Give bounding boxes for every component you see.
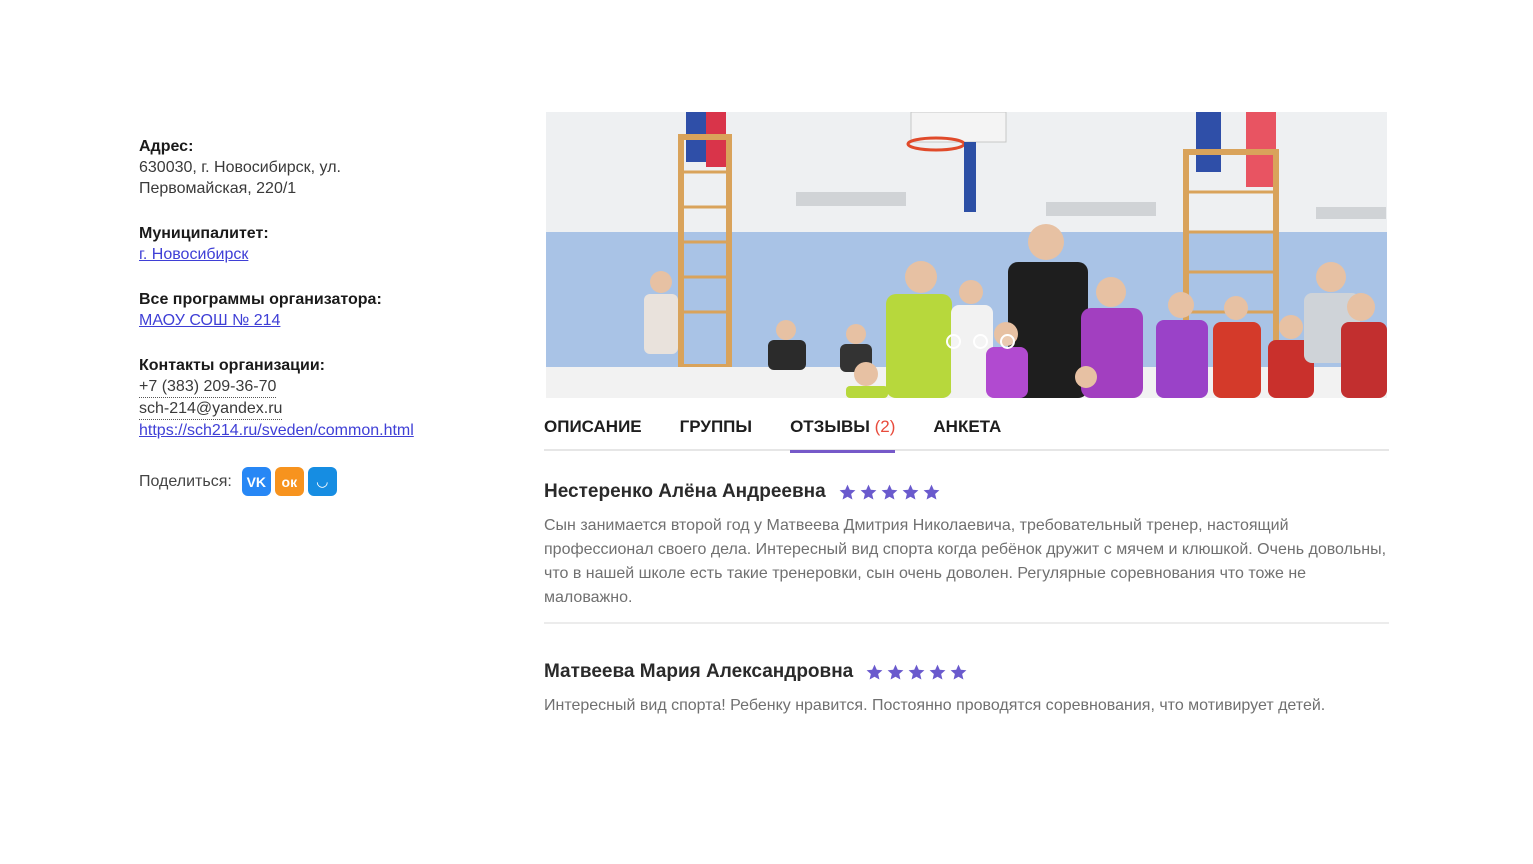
star-rating xyxy=(838,483,941,502)
program-tabs: ОПИСАНИЕ ГРУППЫ ОТЗЫВЫ (2) АНКЕТА xyxy=(544,412,1389,453)
share-label: Поделиться: xyxy=(139,472,232,490)
star-icon xyxy=(908,664,925,680)
tab-reviews[interactable]: ОТЗЫВЫ (2) xyxy=(790,412,896,453)
star-icon xyxy=(902,484,919,500)
star-icon xyxy=(860,484,877,500)
review-item: Нестеренко Алёна Андреевна Сын занимаетс… xyxy=(544,478,1389,624)
odnoklassniki-share-button[interactable]: ок xyxy=(274,467,304,496)
reviews-count: (2) xyxy=(874,417,896,436)
team-photo-image xyxy=(546,112,1387,398)
share-bar: Поделиться: VK ок ◡ xyxy=(139,467,479,496)
gallery-dot[interactable] xyxy=(946,334,961,349)
website-link[interactable]: https://sch214.ru/sveden/common.html xyxy=(139,420,414,441)
municipality-label: Муниципалитет: xyxy=(139,225,269,242)
organization-info: Адрес: 630030, г. Новосибирск, ул. Перво… xyxy=(139,136,479,496)
review-text: Интересный вид спорта! Ребенку нравится.… xyxy=(544,697,1326,714)
programs-label: Все программы организатора: xyxy=(139,291,382,308)
star-icon xyxy=(923,484,940,500)
gallery-pagination xyxy=(946,334,1015,349)
star-icon xyxy=(887,664,904,680)
gallery-photo[interactable] xyxy=(546,112,1387,398)
star-icon xyxy=(866,664,883,680)
tab-questionnaire[interactable]: АНКЕТА xyxy=(933,412,1001,451)
address-block: Адрес: 630030, г. Новосибирск, ул. Перво… xyxy=(139,136,479,199)
star-icon xyxy=(881,484,898,500)
review-text: Сын занимается второй год у Матвеева Дми… xyxy=(544,517,1387,606)
star-icon xyxy=(929,664,946,680)
address-line-1: 630030, г. Новосибирск, ул. xyxy=(139,159,341,176)
mymail-icon: ◡ xyxy=(316,473,328,489)
address-line-2: Первомайская, 220/1 xyxy=(139,180,297,197)
contacts-label: Контакты организации: xyxy=(139,357,325,374)
star-rating xyxy=(865,663,968,682)
odnoklassniki-icon: ок xyxy=(281,473,298,490)
gallery-dot[interactable] xyxy=(1000,334,1015,349)
contacts-block: Контакты организации: +7 (383) 209-36-70… xyxy=(139,355,479,441)
programs-block: Все программы организатора: МАОУ СОШ № 2… xyxy=(139,289,479,331)
review-item: Матвеева Мария Александровна Интересный … xyxy=(544,658,1389,730)
review-author: Матвеева Мария Александровна xyxy=(544,661,854,682)
municipality-block: Муниципалитет: г. Новосибирск xyxy=(139,223,479,265)
address-label: Адрес: xyxy=(139,138,194,155)
phone-link[interactable]: +7 (383) 209-36-70 xyxy=(139,376,277,398)
municipality-link[interactable]: г. Новосибирск xyxy=(139,244,248,265)
star-icon xyxy=(839,484,856,500)
star-icon xyxy=(950,664,967,680)
reviews-list: Нестеренко Алёна Андреевна Сын занимаетс… xyxy=(544,478,1389,764)
programs-link[interactable]: МАОУ СОШ № 214 xyxy=(139,310,280,331)
tab-description[interactable]: ОПИСАНИЕ xyxy=(544,412,642,451)
email-link[interactable]: sch-214@yandex.ru xyxy=(139,398,283,420)
vk-share-button[interactable]: VK xyxy=(241,467,271,496)
vk-icon: VK xyxy=(246,473,267,490)
gallery-dot[interactable] xyxy=(973,334,988,349)
tab-groups[interactable]: ГРУППЫ xyxy=(680,412,752,451)
review-author: Нестеренко Алёна Андреевна xyxy=(544,481,826,502)
mymail-share-button[interactable]: ◡ xyxy=(307,467,337,496)
